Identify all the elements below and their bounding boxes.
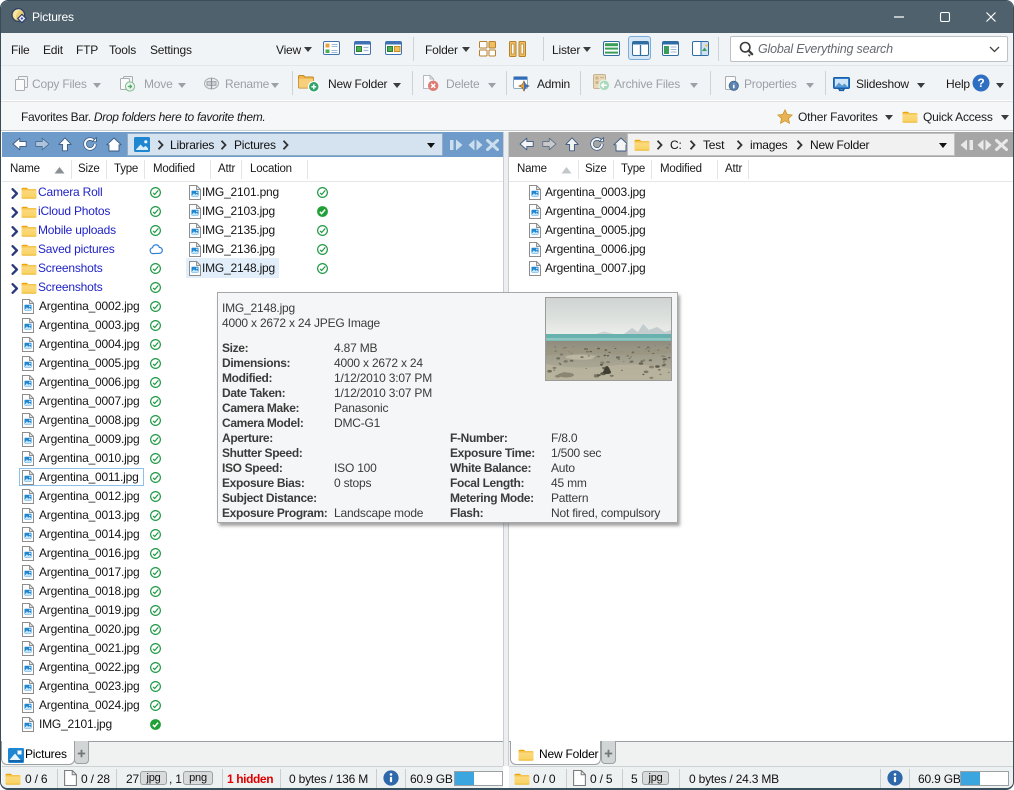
svg-text:?: ?: [977, 76, 984, 90]
